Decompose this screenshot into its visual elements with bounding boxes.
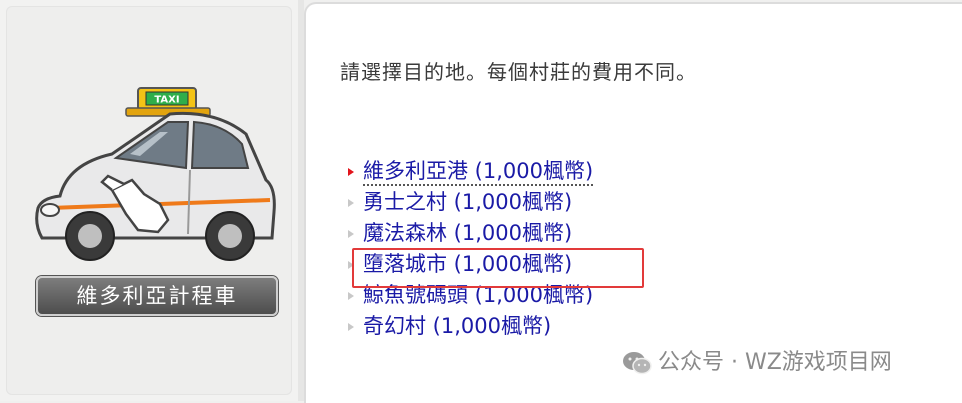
destination-label: 魔法森林 (1,000楓幣) xyxy=(363,221,573,245)
destination-option[interactable]: 魔法森林 (1,000楓幣) xyxy=(346,218,593,249)
npc-portrait-frame: TAXI 維多利亞計程車 xyxy=(6,6,292,395)
highlight-annotation-box xyxy=(352,248,644,288)
watermark-text: 公众号 · WZ游戏项目网 xyxy=(658,350,892,375)
npc-panel: TAXI 維多利亞計程車 xyxy=(0,0,298,401)
destination-label: 奇幻村 (1,000楓幣) xyxy=(363,314,552,338)
bullet-arrow-icon xyxy=(348,199,354,207)
wechat-icon xyxy=(623,352,652,375)
bullet-arrow-icon xyxy=(348,230,354,238)
selection-arrow-icon xyxy=(348,168,354,176)
watermark: 公众号 · WZ游戏项目网 xyxy=(622,346,892,380)
bullet-arrow-icon xyxy=(348,292,354,300)
svg-text:TAXI: TAXI xyxy=(154,95,179,106)
destination-label: 維多利亞港 (1,000楓幣) xyxy=(363,159,594,186)
dialog-prompt: 請選擇目的地。每個村莊的費用不同。 xyxy=(340,60,697,84)
destination-option[interactable]: 維多利亞港 (1,000楓幣) xyxy=(346,156,594,187)
destination-option[interactable]: 奇幻村 (1,000楓幣) xyxy=(346,311,593,342)
taxi-npc-image: TAXI xyxy=(35,87,276,261)
destination-label: 勇士之村 (1,000楓幣) xyxy=(363,190,573,214)
destination-option[interactable]: 勇士之村 (1,000楓幣) xyxy=(346,187,593,218)
bullet-arrow-icon xyxy=(348,323,354,331)
dialog-panel: 請選擇目的地。每個村莊的費用不同。 維多利亞港 (1,000楓幣) 勇士之村 (… xyxy=(304,2,962,403)
npc-name-plate: 維多利亞計程車 xyxy=(36,276,278,316)
